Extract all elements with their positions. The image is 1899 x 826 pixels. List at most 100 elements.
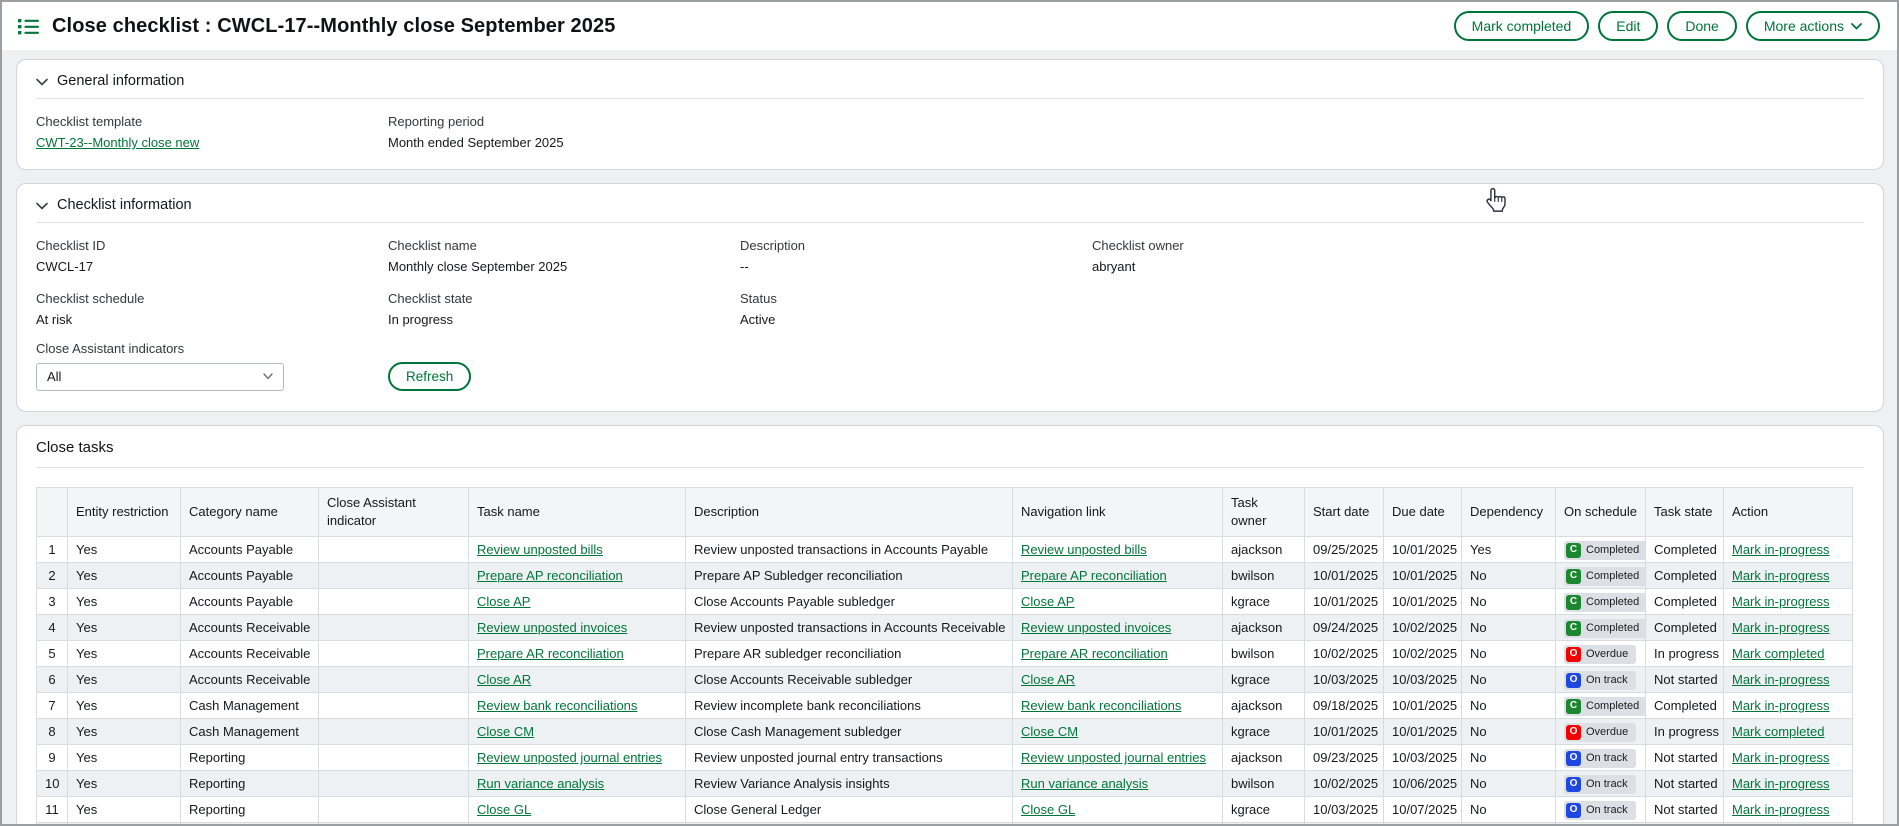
status-letter-icon: C <box>1566 595 1581 610</box>
navigation-link[interactable]: Close GL <box>1021 802 1075 817</box>
table-row: 10YesReportingRun variance analysisRevie… <box>37 771 1853 797</box>
cell-start-date: 09/24/2025 <box>1305 615 1384 641</box>
cell-due-date: 10/01/2025 <box>1384 589 1462 615</box>
task-name-link[interactable]: Review unposted bills <box>477 542 603 557</box>
cell-indicator <box>319 563 469 589</box>
status-letter-icon: O <box>1566 777 1581 792</box>
checklist-template-field: Checklist template CWT-23--Monthly close… <box>36 99 388 150</box>
action-link[interactable]: Mark in-progress <box>1732 802 1830 817</box>
navigation-link[interactable]: Close AR <box>1021 672 1075 687</box>
task-name-link[interactable]: Prepare AR reconciliation <box>477 646 624 661</box>
cell-start-date: 10/03/2025 <box>1305 797 1384 823</box>
done-button[interactable]: Done <box>1667 11 1736 41</box>
cell-description: Review unposted journal entry transactio… <box>686 745 1013 771</box>
row-number: 10 <box>37 771 68 797</box>
field-value: -- <box>740 259 1092 274</box>
navigation-link[interactable]: Run variance analysis <box>1021 776 1148 791</box>
checklist-information-header[interactable]: Checklist information <box>36 184 1864 223</box>
general-information-fields: Checklist template CWT-23--Monthly close… <box>36 99 1864 169</box>
cell-category: Accounts Receivable <box>181 615 319 641</box>
cell-entity-restriction: Yes <box>68 797 181 823</box>
navigation-link[interactable]: Review bank reconciliations <box>1021 698 1181 713</box>
cell-task-owner: kgrace <box>1223 797 1305 823</box>
navigation-link[interactable]: Close AP <box>1021 594 1074 609</box>
navigation-link[interactable]: Close CM <box>1021 724 1078 739</box>
row-number: 5 <box>37 641 68 667</box>
page-title: Close checklist : CWCL-17--Monthly close… <box>52 15 615 38</box>
task-name-link[interactable]: Run variance analysis <box>477 776 604 791</box>
top-bar-actions: Mark completed Edit Done More actions <box>1454 11 1880 41</box>
cell-action: Mark in-progress <box>1724 589 1853 615</box>
navigation-link[interactable]: Review unposted journal entries <box>1021 750 1206 765</box>
status-label: On track <box>1586 779 1628 790</box>
task-name-link[interactable]: Close GL <box>477 802 531 817</box>
cell-task-state: In progress <box>1646 719 1724 745</box>
action-link[interactable]: Mark in-progress <box>1732 620 1830 635</box>
cell-action: Mark in-progress <box>1724 771 1853 797</box>
section-title: Checklist information <box>57 197 192 213</box>
action-link[interactable]: Mark in-progress <box>1732 672 1830 687</box>
action-link[interactable]: Mark in-progress <box>1732 568 1830 583</box>
collapse-chevron-icon[interactable] <box>36 78 48 86</box>
field-label: Checklist template <box>36 114 388 129</box>
cell-on-schedule: OOverdue <box>1556 641 1646 667</box>
collapse-chevron-icon[interactable] <box>36 202 48 210</box>
action-link[interactable]: Mark in-progress <box>1732 594 1830 609</box>
cell-task-name: Close AR <box>469 667 686 693</box>
status-field: Status Active <box>740 276 1092 327</box>
task-name-link[interactable]: Prepare AP reconciliation <box>477 568 623 583</box>
action-link[interactable]: Mark in-progress <box>1732 698 1830 713</box>
task-name-link[interactable]: Close CM <box>477 724 534 739</box>
cell-on-schedule: OOn track <box>1556 797 1646 823</box>
column-header-action: Action <box>1724 488 1853 537</box>
cell-action: Mark completed <box>1724 641 1853 667</box>
task-name-link[interactable]: Close AR <box>477 672 531 687</box>
action-link[interactable]: Mark completed <box>1732 646 1824 661</box>
checklist-template-link[interactable]: CWT-23--Monthly close new <box>36 135 199 150</box>
cell-description: Review Variance Analysis insights <box>686 771 1013 797</box>
cell-entity-restriction: Yes <box>68 537 181 563</box>
task-name-link[interactable]: Review unposted journal entries <box>477 750 662 765</box>
navigation-link[interactable]: Review unposted invoices <box>1021 620 1171 635</box>
column-header-task-name: Task name <box>469 488 686 537</box>
task-name-link[interactable]: Review unposted invoices <box>477 620 627 635</box>
close-assistant-indicators-select[interactable]: All <box>36 363 284 391</box>
action-link[interactable]: Mark in-progress <box>1732 750 1830 765</box>
cell-action: Mark in-progress <box>1724 615 1853 641</box>
checklist-name-field: Checklist name Monthly close September 2… <box>388 223 740 274</box>
cell-dependency: Yes <box>1462 537 1556 563</box>
cell-due-date: 10/01/2025 <box>1384 693 1462 719</box>
cell-on-schedule: CCompleted <box>1556 615 1646 641</box>
table-row: 2YesAccounts PayablePrepare AP reconcili… <box>37 563 1853 589</box>
field-label: Close Assistant indicators <box>36 341 1864 356</box>
navigation-link[interactable]: Prepare AP reconciliation <box>1021 568 1167 583</box>
reporting-period-field: Reporting period Month ended September 2… <box>388 99 740 150</box>
cell-task-owner: ajackson <box>1223 745 1305 771</box>
navigation-link[interactable]: Prepare AR reconciliation <box>1021 646 1168 661</box>
cell-task-name: Review unposted invoices <box>469 615 686 641</box>
action-link[interactable]: Mark in-progress <box>1732 542 1830 557</box>
general-information-header[interactable]: General information <box>36 60 1864 99</box>
more-actions-button[interactable]: More actions <box>1746 11 1880 41</box>
mark-completed-button[interactable]: Mark completed <box>1454 11 1590 41</box>
checklist-information-section: Checklist information Checklist ID CWCL-… <box>16 183 1884 412</box>
navigation-link[interactable]: Review unposted bills <box>1021 542 1147 557</box>
refresh-button[interactable]: Refresh <box>388 362 471 391</box>
cell-dependency: No <box>1462 563 1556 589</box>
cell-task-state: Not started <box>1646 797 1724 823</box>
page-body: General information Checklist template C… <box>2 50 1897 826</box>
cell-task-owner: ajackson <box>1223 693 1305 719</box>
action-link[interactable]: Mark in-progress <box>1732 776 1830 791</box>
section-title: General information <box>57 73 184 89</box>
task-name-link[interactable]: Review bank reconciliations <box>477 698 637 713</box>
field-value: Monthly close September 2025 <box>388 259 740 274</box>
field-label: Checklist schedule <box>36 291 388 306</box>
cell-task-name: Review unposted bills <box>469 537 686 563</box>
field-value: CWCL-17 <box>36 259 388 274</box>
action-link[interactable]: Mark completed <box>1732 724 1824 739</box>
cell-start-date: 10/01/2025 <box>1305 589 1384 615</box>
edit-button[interactable]: Edit <box>1598 11 1658 41</box>
cell-task-state: Completed <box>1646 693 1724 719</box>
cell-on-schedule: OOn track <box>1556 667 1646 693</box>
task-name-link[interactable]: Close AP <box>477 594 530 609</box>
